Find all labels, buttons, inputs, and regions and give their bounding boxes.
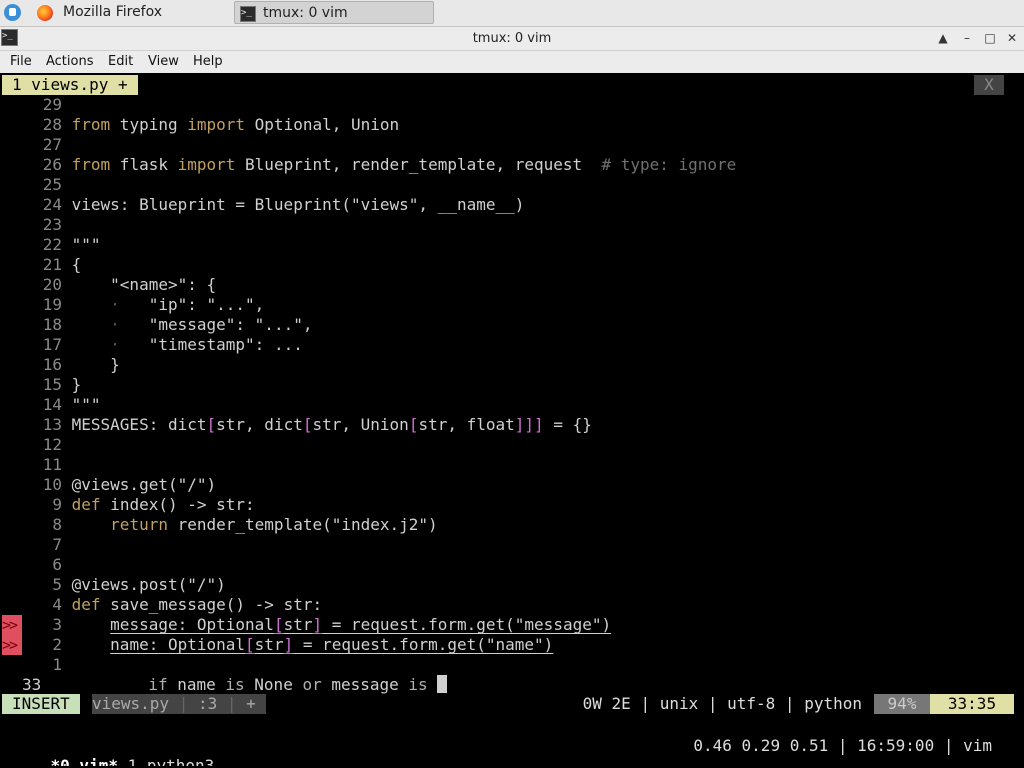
taskbar-item-firefox[interactable]: Mozilla Firefox (30, 1, 230, 24)
tmux-window-active[interactable]: *0 vim* (51, 756, 118, 766)
code-line: 24 views: Blueprint = Blueprint("views",… (42, 195, 525, 214)
close-button[interactable]: ✕ (1003, 29, 1021, 47)
menu-bar: File Actions Edit View Help (0, 51, 1024, 73)
code-line-error: >> 2 name: Optional[str] = request.form.g… (2, 635, 554, 655)
minimize-button[interactable]: – (958, 29, 976, 47)
tmux-status-right: 0.46 0.29 0.51 | 16:59:00 | vim (693, 736, 992, 755)
taskbar-item-tmux[interactable]: >_ tmux: 0 vim (234, 1, 434, 24)
code-line: 19 · "ip": "...", (42, 295, 265, 314)
code-line: 4 def save_message() -> str: (52, 595, 323, 614)
code-line: 26 from flask import Blueprint, render_t… (42, 155, 737, 174)
taskbar: Mozilla Firefox >_ tmux: 0 vim (0, 0, 1024, 27)
code-line: 25 (42, 175, 62, 194)
cursor-position: 33:35 (930, 694, 1014, 714)
code-line: 17 · "timestamp": ... (42, 335, 303, 354)
code-line: 12 (42, 435, 62, 454)
code-line: 27 (42, 135, 62, 154)
mode-indicator: INSERT (2, 694, 80, 714)
error-sign: >> (2, 615, 22, 635)
app-menu-icon[interactable] (4, 4, 21, 21)
code-line: 20 "<name>": { (42, 275, 217, 294)
firefox-icon (37, 5, 53, 21)
code-line: 21 { (42, 255, 82, 274)
vim-tab-close-button[interactable]: X (974, 75, 1004, 95)
code-line: 16 } (42, 355, 120, 374)
tmux-window-list: *0 vim* 1 python3 (2, 736, 215, 766)
taskbar-item-label: tmux: 0 vim (263, 5, 348, 21)
vim-tabline: 1 views.py + X (2, 75, 1022, 95)
scroll-percent: 94% (874, 694, 930, 714)
code-line: 11 (42, 455, 62, 474)
code-line: 5 @views.post("/") (52, 575, 226, 594)
code-line: 6 (52, 555, 62, 574)
code-line: 8 return render_template("index.j2") (52, 515, 438, 534)
code-line: 10 @views.get("/") (42, 475, 217, 494)
window-title: tmux: 0 vim (472, 31, 552, 46)
code-line: 15 } (42, 375, 82, 394)
statusline-file: views.py | :3 | + (92, 694, 266, 714)
line-ref: :3 (197, 694, 218, 713)
vim-statusline: INSERT views.py | :3 | + 0W 2E | unix | … (2, 694, 1022, 714)
code-line: 28 from typing import Optional, Union (42, 115, 400, 134)
menu-edit[interactable]: Edit (108, 51, 133, 73)
code-line-current: 33 if name is None or message is (2, 675, 1022, 695)
code-line: 18 · "message": "...", (42, 315, 313, 334)
window-titlebar[interactable]: >_ tmux: 0 vim ▲ – □ ✕ (0, 27, 1024, 51)
tmux-window-python3[interactable]: 1 python3 (118, 756, 215, 766)
maximize-button[interactable]: □ (981, 29, 999, 47)
code-line: 29 (42, 95, 62, 114)
menu-help[interactable]: Help (193, 51, 223, 73)
modified-flag: + (246, 694, 256, 713)
code-line-error: >> 3 message: Optional[str] = request.for… (2, 615, 612, 635)
menu-view[interactable]: View (148, 51, 179, 73)
code-line: 1 (52, 655, 62, 674)
code-line: 22 """ (42, 235, 101, 254)
code-line: 14 """ (42, 395, 101, 414)
code-line: 13 MESSAGES: dict[str, dict[str, Union[s… (42, 415, 592, 434)
taskbar-item-label: Mozilla Firefox (63, 4, 163, 20)
error-sign: >> (2, 635, 22, 655)
code-line: 9 def index() -> str: (52, 495, 255, 514)
shade-button[interactable]: ▲ (934, 29, 952, 47)
menu-actions[interactable]: Actions (46, 51, 94, 73)
code-line: 23 (42, 215, 62, 234)
file-info: 0W 2E | unix | utf-8 | python (582, 694, 862, 713)
code-line: 7 (52, 535, 62, 554)
menu-file[interactable]: File (10, 51, 32, 73)
text-cursor (437, 675, 448, 693)
vim-tab-views-py[interactable]: 1 views.py + (2, 75, 138, 95)
file-name: views.py (92, 694, 170, 713)
terminal-area[interactable]: 1 views.py + X 29 28 from typing import … (2, 74, 1022, 766)
terminal-icon: >_ (240, 6, 256, 22)
